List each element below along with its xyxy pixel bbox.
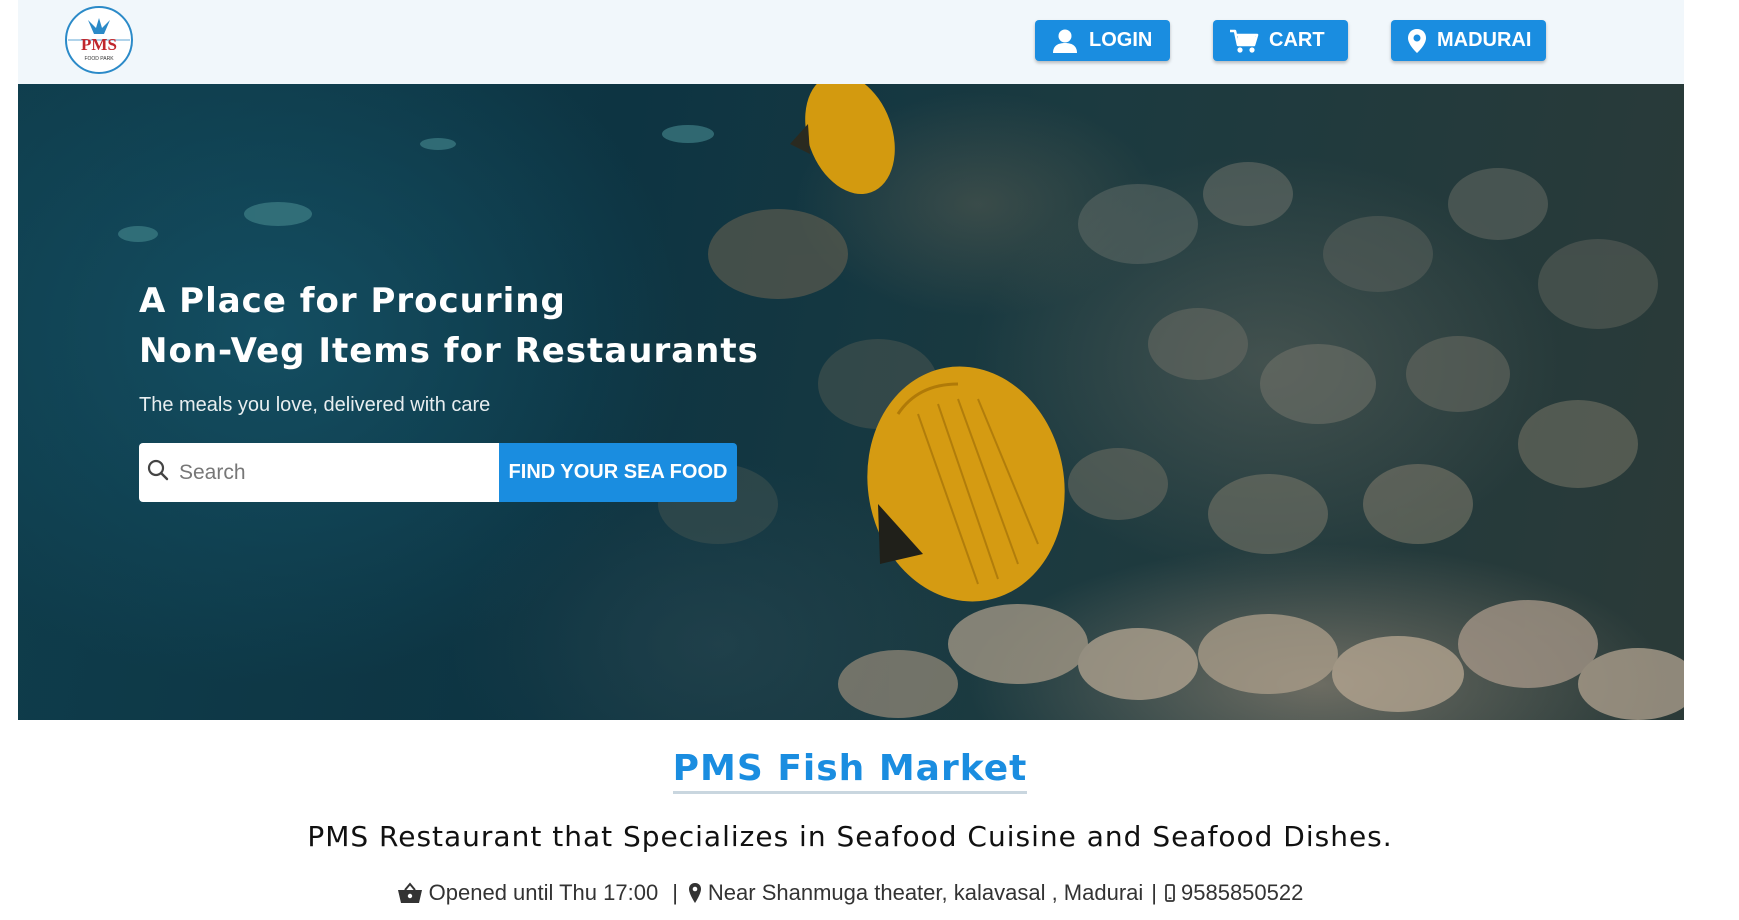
location-pin-icon [1407, 28, 1427, 54]
cart-label: CART [1269, 29, 1325, 51]
search-input[interactable] [179, 460, 479, 485]
user-icon [1051, 28, 1079, 54]
address-text: Near Shanmuga theater, kalavasal , Madur… [707, 880, 1144, 905]
find-sea-food-button[interactable]: FIND YOUR SEA FOOD [499, 443, 737, 502]
hero-banner: A Place for Procuring Non-Veg Items for … [18, 84, 1684, 720]
mobile-phone-icon [1165, 884, 1175, 902]
login-label: LOGIN [1089, 29, 1153, 51]
search-icon [147, 459, 169, 486]
hero-heading-line-1: A Place for Procuring [139, 281, 566, 321]
city-label: MADURAI [1437, 29, 1532, 51]
svg-text:PMS: PMS [81, 35, 117, 54]
city-selector-button[interactable]: MADURAI [1391, 20, 1546, 61]
market-title-link[interactable]: PMS Fish Market [672, 748, 1028, 794]
phone-text: 9585850522 [1181, 880, 1304, 905]
pms-logo[interactable]: PMS FOOD PARK [58, 4, 140, 76]
svg-text:FOOD PARK: FOOD PARK [84, 56, 114, 62]
site-header: PMS FOOD PARK LOGIN CART MADURAI [18, 0, 1684, 84]
cart-button[interactable]: CART [1213, 20, 1348, 61]
market-title-wrapper: PMS Fish Market [0, 748, 1700, 794]
hero-heading-line-2: Non-Veg Items for Restaurants [139, 331, 759, 371]
store-info-line: Opened until Thu 17:00 | Near Shanmuga t… [0, 880, 1700, 906]
tagline: PMS Restaurant that Specializes in Seafo… [307, 820, 1393, 853]
hero-heading: A Place for Procuring Non-Veg Items for … [139, 276, 759, 376]
hero-subtitle: The meals you love, delivered with care [139, 394, 491, 416]
hours-text: Opened until Thu 17:00 [428, 880, 659, 905]
separator: | [672, 880, 678, 905]
logo-emblem-icon: PMS FOOD PARK [65, 6, 133, 74]
search-field-container [139, 443, 501, 502]
login-button[interactable]: LOGIN [1035, 20, 1170, 61]
separator: | [1151, 880, 1157, 905]
cart-icon [1229, 28, 1259, 54]
basket-icon [397, 882, 423, 904]
location-pin-icon [688, 882, 702, 904]
